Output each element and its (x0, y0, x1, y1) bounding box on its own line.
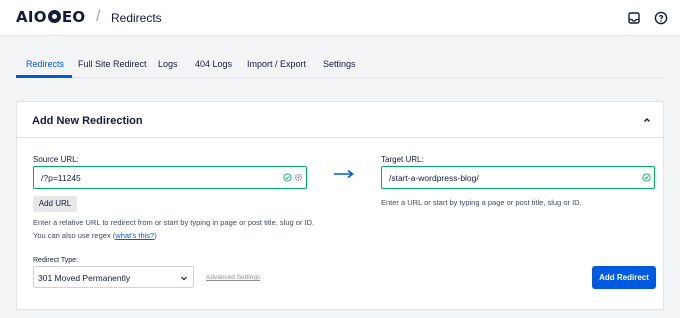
check-circle-icon (642, 173, 651, 182)
inbox-icon[interactable] (626, 10, 642, 26)
panel-title: Add New Redirection (32, 115, 143, 127)
whats-this-link[interactable]: what's this? (115, 231, 154, 240)
source-url-help: Enter a relative URL to redirect from or… (33, 216, 319, 242)
redirect-type-label: Redirect Type: (33, 257, 79, 264)
arrow-right-icon (334, 169, 354, 179)
chevron-down-icon (181, 276, 187, 281)
redirect-type-value: 301 Moved Permanently (38, 273, 131, 283)
target-url-label: Target URL: (381, 155, 424, 164)
target-url-help: Enter a URL or start by typing a page or… (381, 198, 582, 207)
logo-text-suffix: EO (61, 8, 86, 26)
top-bar: AIO EO / Redirects (0, 0, 680, 36)
page-title: Redirects (111, 11, 162, 25)
aioseo-logo[interactable]: AIO EO (16, 8, 85, 26)
logo-text-prefix: AIO (16, 8, 47, 26)
add-url-button[interactable]: Add URL (33, 196, 77, 212)
active-tab-indicator (16, 75, 72, 78)
target-url-input[interactable]: /start-a-wordpress-blog/ (381, 166, 655, 189)
panel-header[interactable]: Add New Redirection (17, 102, 663, 138)
source-help-text-end: ) (154, 231, 157, 240)
gear-icon[interactable] (294, 173, 303, 182)
tab-bar: Redirects Full Site Redirect Logs 404 Lo… (16, 46, 664, 78)
add-redirect-button[interactable]: Add Redirect (592, 266, 656, 289)
target-url-value: /start-a-wordpress-blog/ (389, 173, 479, 183)
redirect-type-select[interactable]: 301 Moved Permanently (33, 266, 194, 288)
source-url-value: /?p=11245 (41, 173, 81, 183)
help-icon[interactable] (653, 10, 669, 26)
logo-gear-icon (47, 10, 61, 23)
source-help-text: Enter a relative URL to redirect from or… (33, 218, 315, 240)
chevron-up-icon[interactable] (642, 115, 652, 125)
tab-full-site-redirect[interactable]: Full Site Redirect (78, 58, 147, 70)
check-circle-icon (283, 173, 292, 182)
source-url-label: Source URL: (33, 155, 79, 164)
add-redirection-panel: Add New Redirection Source URL: /?p=1124… (16, 101, 664, 310)
tab-404-logs[interactable]: 404 Logs (195, 58, 232, 70)
source-url-input[interactable]: /?p=11245 (33, 166, 307, 189)
tab-import-export[interactable]: Import / Export (247, 58, 306, 70)
tab-settings[interactable]: Settings (323, 58, 356, 70)
tab-logs[interactable]: Logs (158, 58, 178, 70)
tab-redirects[interactable]: Redirects (26, 58, 64, 70)
breadcrumb-separator: / (96, 8, 101, 25)
advanced-settings-link[interactable]: Advanced Settings (206, 274, 260, 282)
